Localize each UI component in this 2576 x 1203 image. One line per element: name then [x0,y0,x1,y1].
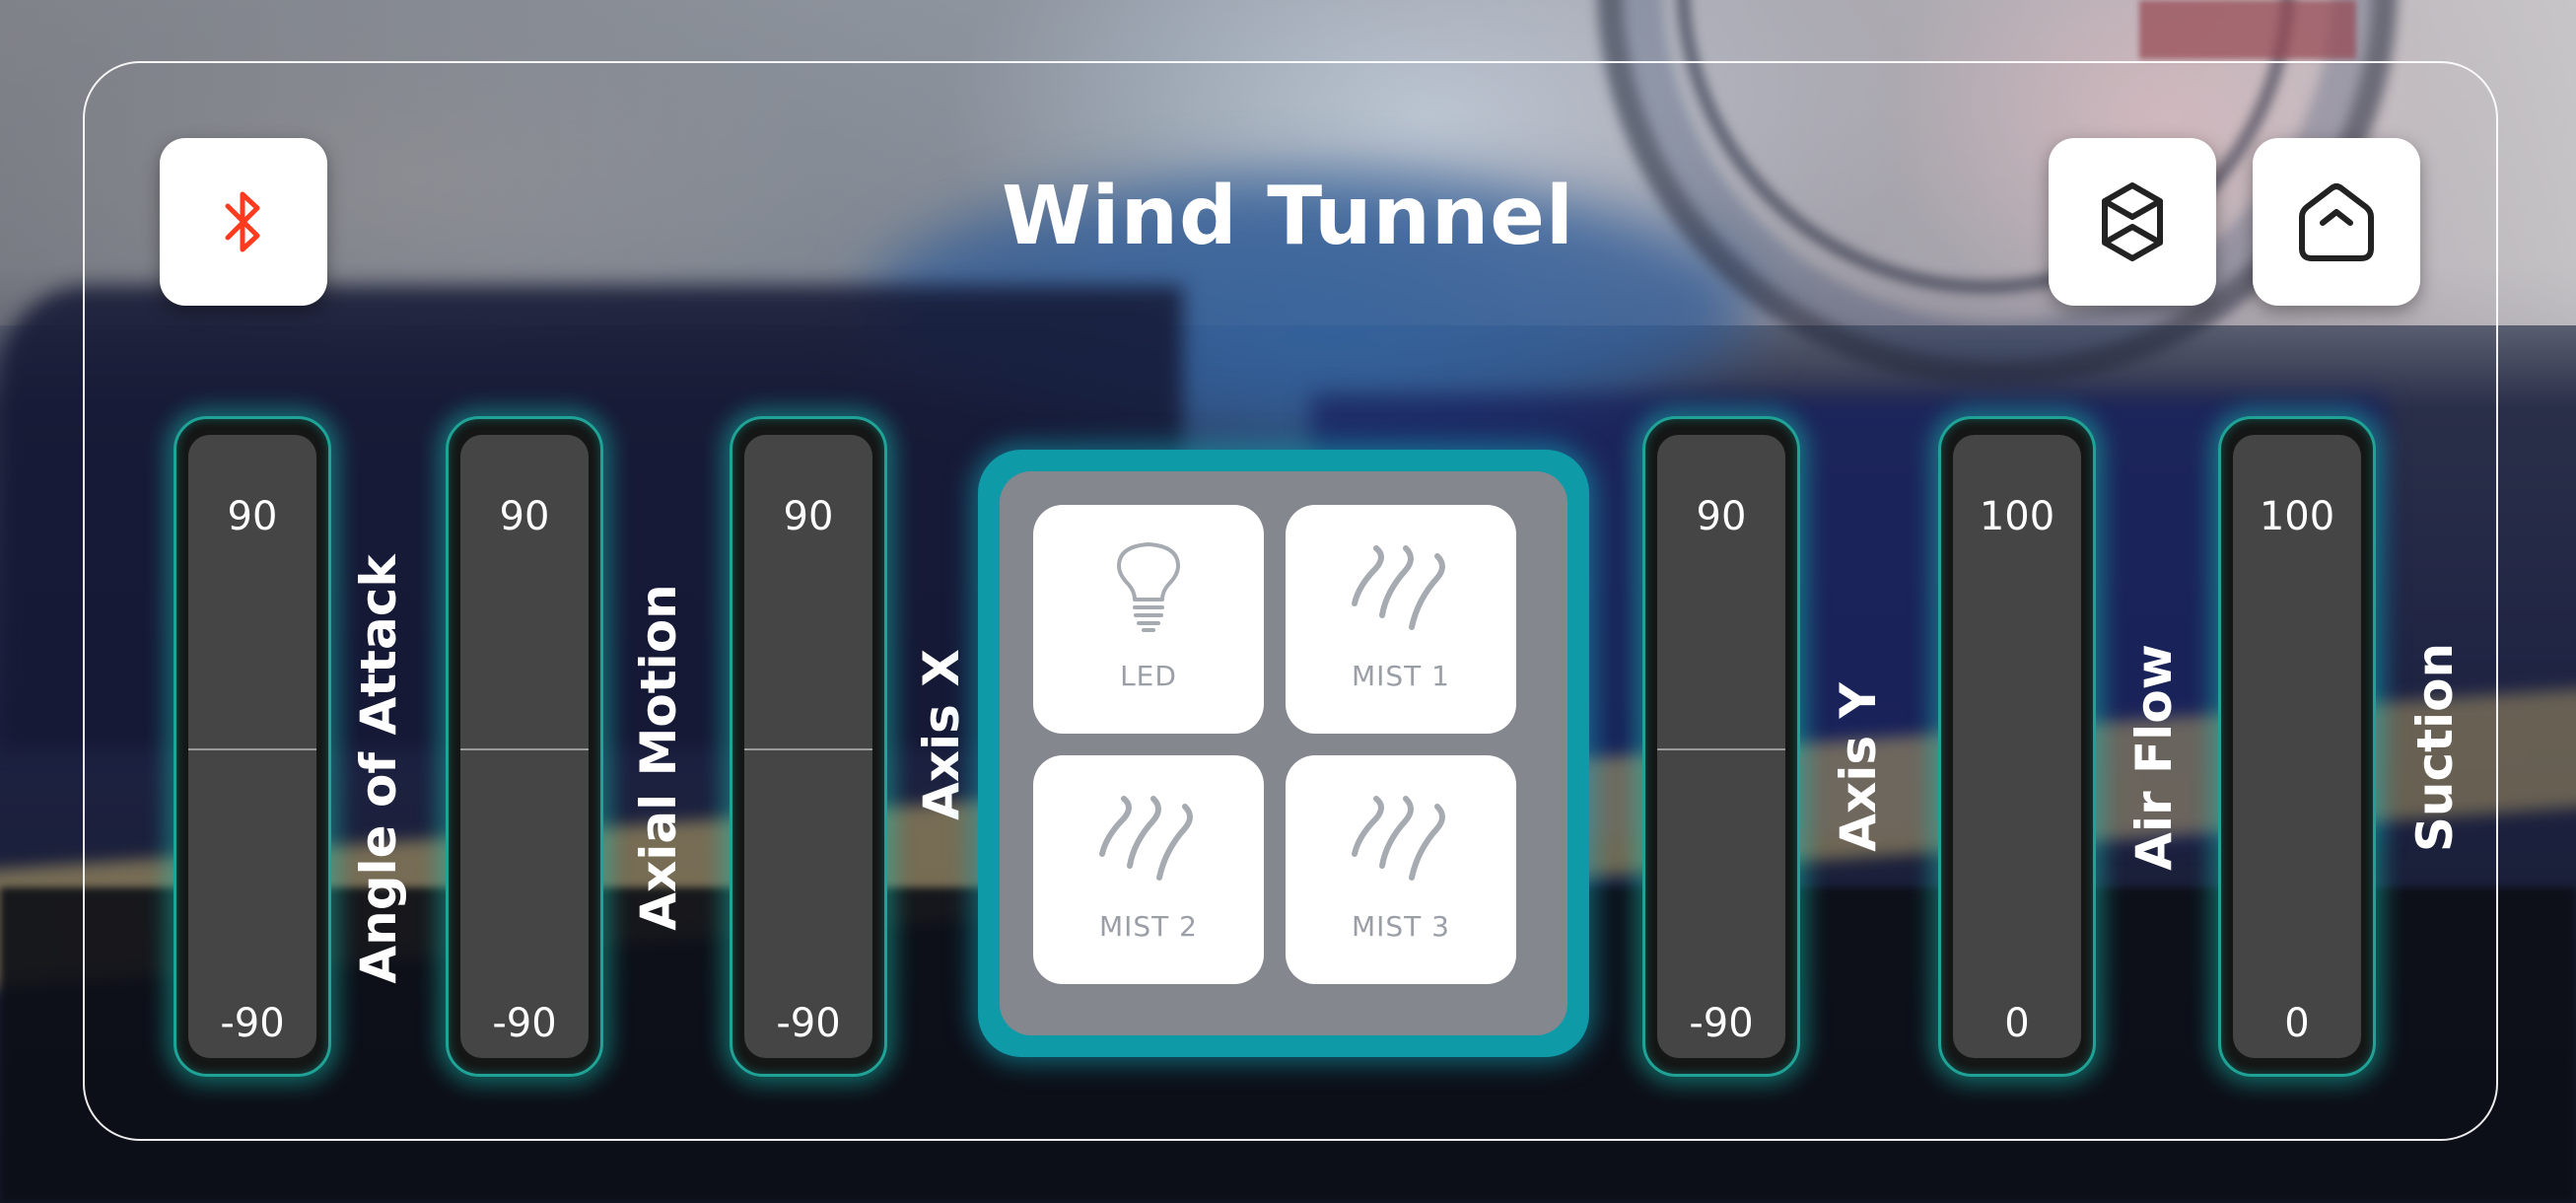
slider-label-axial-motion: Axial Motion [630,584,687,931]
home-button[interactable] [2253,138,2420,306]
mist-2-toggle-button[interactable]: MIST 2 [1033,755,1264,984]
slider-max-label: 100 [2259,494,2335,539]
slider-angle-of-attack[interactable]: 90 -90 [174,416,331,1077]
slider-max-label: 90 [227,494,278,539]
slider-label-angle-of-attack: Angle of Attack [350,554,407,984]
slider-air-flow[interactable]: 100 0 [1938,416,2096,1077]
slider-axis-x[interactable]: 90 -90 [730,416,887,1077]
led-toggle-button[interactable]: LED [1033,505,1264,734]
mist-icon [1352,545,1445,630]
shortcuts-button[interactable] [2049,138,2216,306]
slider-min-label: -90 [220,1001,285,1046]
slider-axial-motion[interactable]: 90 -90 [446,416,603,1077]
slider-suction[interactable]: 100 0 [2218,416,2376,1077]
slider-label-axis-y: Axis Y [1830,682,1887,852]
mist-2-label: MIST 2 [1098,910,1198,943]
shortcuts-icon [2102,182,2163,261]
slider-midline [744,748,872,750]
mist-1-label: MIST 1 [1351,660,1450,692]
mist-1-toggle-button[interactable]: MIST 1 [1286,505,1516,734]
slider-midline [460,748,589,750]
device-controls-panel: LED MIST 1 MIST 2 MIST 3 [978,450,1589,1057]
slider-label-air-flow: Air Flow [2125,644,2183,871]
slider-max-label: 90 [1696,494,1747,539]
slider-min-label: 0 [2284,1001,2310,1046]
slider-midline [1657,748,1785,750]
slider-min-label: -90 [492,1001,557,1046]
led-label: LED [1120,660,1177,692]
device-controls-grid: LED MIST 1 MIST 2 MIST 3 [1000,471,1567,1035]
slider-axis-y[interactable]: 90 -90 [1642,416,1800,1077]
bluetooth-button[interactable] [160,138,327,306]
mist-3-label: MIST 3 [1351,910,1450,943]
mist-3-toggle-button[interactable]: MIST 3 [1286,755,1516,984]
slider-min-label: -90 [776,1001,841,1046]
mist-icon [1352,796,1445,881]
mist-icon [1099,796,1193,881]
slider-max-label: 90 [499,494,550,539]
slider-label-suction: Suction [2406,642,2464,853]
slider-min-label: 0 [2004,1001,2030,1046]
slider-max-label: 90 [783,494,834,539]
bluetooth-icon [225,191,260,252]
home-icon [2299,183,2374,261]
slider-max-label: 100 [1979,494,2055,539]
lightbulb-icon [1117,542,1180,632]
slider-label-axis-x: Axis X [913,649,970,820]
slider-min-label: -90 [1689,1001,1754,1046]
slider-midline [188,748,316,750]
